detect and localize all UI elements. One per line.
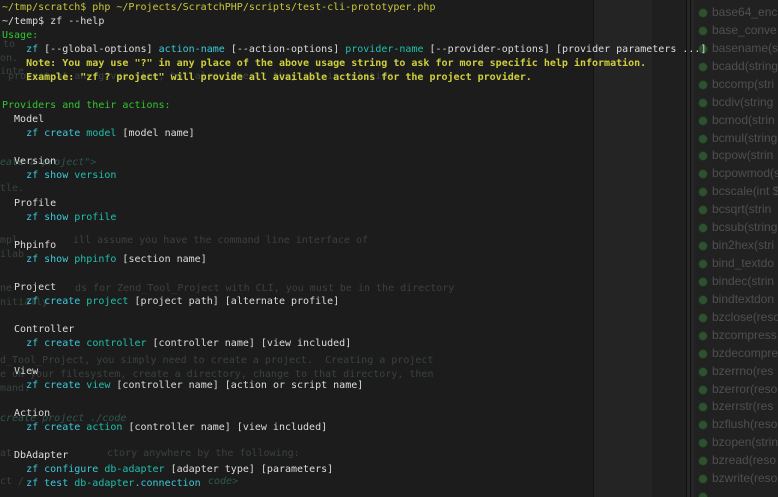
- terminal-text-span: Phpinfo: [2, 240, 56, 251]
- terminal-text-span: db-adapter: [74, 478, 134, 489]
- terminal-text-span: zf create: [2, 422, 86, 433]
- terminal-line: Action: [2, 407, 778, 421]
- terminal-text-span: zf create: [2, 296, 86, 307]
- terminal-line: ~/temp$ zf --help: [2, 15, 778, 29]
- terminal-text-span: zf show: [2, 170, 74, 181]
- terminal-line: zf show version: [2, 169, 778, 183]
- terminal-text-span: Usage:: [2, 30, 38, 41]
- terminal-line: View: [2, 365, 778, 379]
- terminal-line: zf show phpinfo [section name]: [2, 253, 778, 267]
- terminal-line: Example: "zf ? project" will provide all…: [2, 71, 778, 85]
- terminal-text-span: ~/temp$ zf --help: [2, 16, 104, 27]
- terminal-text-span: zf create: [2, 338, 86, 349]
- terminal-text-span: provider-name: [345, 44, 423, 55]
- terminal-output: ~/tmp/scratch$ php ~/Projects/ScratchPHP…: [0, 0, 778, 491]
- terminal-line: DbAdapter: [2, 449, 778, 463]
- terminal-text-span: Controller: [2, 324, 74, 335]
- terminal-text-span: Project: [2, 282, 56, 293]
- terminal-line: Model: [2, 113, 778, 127]
- terminal-text-span: [section name]: [116, 254, 206, 265]
- terminal-text-span: [--action-options]: [225, 44, 345, 55]
- terminal-text-span: zf show: [2, 212, 74, 223]
- terminal-text-span: zf configure: [2, 464, 104, 475]
- terminal-text-span: View: [2, 366, 38, 377]
- terminal-text-span: action-name: [159, 44, 225, 55]
- terminal-line: [2, 435, 778, 449]
- terminal-line: Version: [2, 155, 778, 169]
- terminal-line: Note: You may use "?" in any place of th…: [2, 57, 778, 71]
- terminal-text-span: [controller name] [action or script name…: [110, 380, 363, 391]
- terminal-line: zf configure db-adapter [adapter type] […: [2, 463, 778, 477]
- terminal-text-span: Providers and their actions:: [2, 100, 171, 111]
- terminal-text-span: [--provider-options] [provider parameter…: [424, 44, 707, 55]
- terminal-text-span: Version: [2, 156, 56, 167]
- terminal-line: zf create controller [controller name] […: [2, 337, 778, 351]
- terminal-text-span: zf: [26, 44, 38, 55]
- terminal-line: [2, 85, 778, 99]
- terminal-line: ~/tmp/scratch$ php ~/Projects/ScratchPHP…: [2, 1, 778, 15]
- terminal-line: [2, 393, 778, 407]
- terminal-line: Phpinfo: [2, 239, 778, 253]
- terminal-text-span: [2, 44, 26, 55]
- terminal-text-span: DbAdapter: [2, 450, 68, 461]
- terminal-text-span: view: [86, 380, 110, 391]
- terminal-text-span: Example: "zf ? project" will provide all…: [2, 72, 532, 83]
- terminal-text-span: [model name]: [116, 128, 194, 139]
- terminal-line: [2, 225, 778, 239]
- terminal-text-span: profile: [74, 212, 116, 223]
- terminal-text-span: [--global-options]: [38, 44, 158, 55]
- terminal-text-span: Model: [2, 114, 44, 125]
- terminal-line: zf create project [project path] [altern…: [2, 295, 778, 309]
- terminal-line: zf show profile: [2, 211, 778, 225]
- terminal-line: Project: [2, 281, 778, 295]
- terminal-line: [2, 309, 778, 323]
- screen: base64_encbase_convebasename(stbcadd(str…: [0, 0, 778, 497]
- terminal-text-span: Action: [2, 408, 50, 419]
- terminal-line: zf [--global-options] action-name [--act…: [2, 43, 778, 57]
- terminal-line: Profile: [2, 197, 778, 211]
- terminal-text-span: zf create: [2, 380, 86, 391]
- terminal-line: [2, 141, 778, 155]
- terminal-line: zf create action [controller name] [view…: [2, 421, 778, 435]
- terminal-text-span: [controller name] [view included]: [122, 422, 327, 433]
- terminal-text-span: zf show: [2, 254, 74, 265]
- terminal-text-span: action: [86, 422, 122, 433]
- terminal-line: Controller: [2, 323, 778, 337]
- terminal-text-span: [controller name] [view included]: [147, 338, 352, 349]
- terminal-line: zf create view [controller name] [action…: [2, 379, 778, 393]
- terminal-text-span: zf test: [2, 478, 74, 489]
- terminal-text-span: phpinfo: [74, 254, 116, 265]
- terminal-text-span: project: [86, 296, 128, 307]
- terminal-text-span: Profile: [2, 198, 56, 209]
- terminal-line: Usage:: [2, 29, 778, 43]
- terminal-line: zf test db-adapter.connection: [2, 477, 778, 491]
- terminal-text-span: Note: You may use "?" in any place of th…: [2, 58, 646, 69]
- terminal-line: [2, 183, 778, 197]
- terminal-text-span: controller: [86, 338, 146, 349]
- terminal-line: Providers and their actions:: [2, 99, 778, 113]
- terminal-text-span: db-adapter: [104, 464, 164, 475]
- terminal-line: zf create model [model name]: [2, 127, 778, 141]
- terminal-text-span: [project path] [alternate profile]: [128, 296, 339, 307]
- terminal-text-span: zf create: [2, 128, 86, 139]
- terminal-text-span: version: [74, 170, 116, 181]
- terminal-text-span: .connection: [134, 478, 200, 489]
- terminal-line: [2, 267, 778, 281]
- terminal-text-span: ~/tmp/scratch$ php ~/Projects/ScratchPHP…: [2, 2, 435, 13]
- terminal-line: [2, 351, 778, 365]
- terminal-text-span: [adapter type] [parameters]: [165, 464, 334, 475]
- terminal-text-span: model: [86, 128, 116, 139]
